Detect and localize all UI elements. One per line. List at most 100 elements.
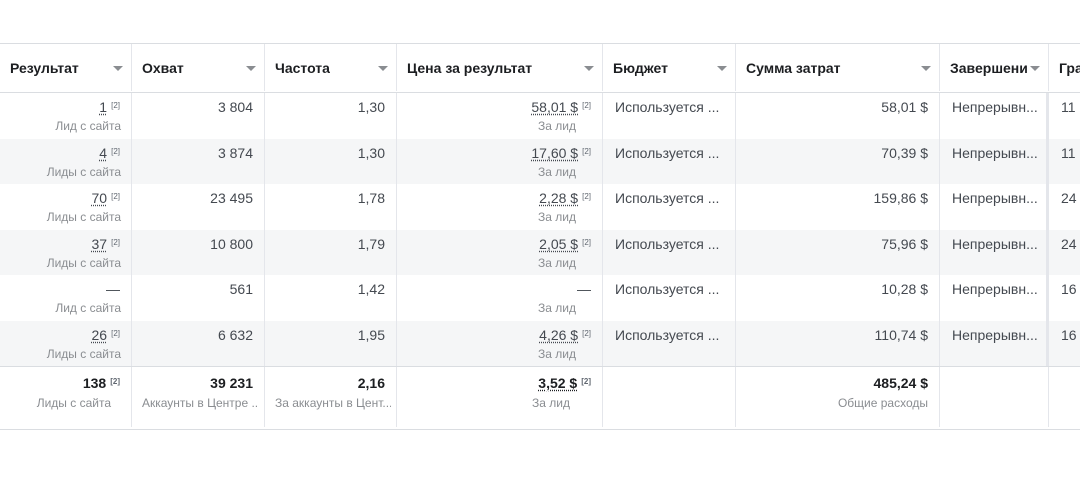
cpr-type: За лид [538,346,576,361]
column-header-budget[interactable]: Бюджет [603,44,736,91]
reach-value: 10 800 [210,235,253,252]
table-row[interactable]: 70 [2] Лиды с сайта 23 495 1,78 2,28 $ [2]… [0,184,1080,230]
column-divider [1046,229,1048,275]
column-header-result[interactable]: Результат [0,44,132,91]
sort-arrow-icon[interactable] [246,66,256,71]
cell-budget: Используется ... [603,275,736,321]
cell-reach: 561 [132,275,265,321]
cell-result: 1 [2] Лид с сайта [0,93,132,139]
frequency-value: 1,42 [357,281,385,297]
sort-arrow-icon[interactable] [921,66,931,71]
result-value: 70 [2] [92,190,120,206]
cell-frequency: 1,79 [265,229,397,275]
table-row[interactable]: 37 [2] Лиды с сайта 10 800 1,79 2,05 $ [2]… [0,229,1080,275]
result-link[interactable]: 70 [92,190,108,206]
cpr-link[interactable]: 58,01 $ [531,99,578,115]
cpr-type: За лид [538,210,576,224]
spent-value: 58,01 $ [881,99,928,115]
schedule-value: 11 [1061,99,1076,115]
total-reach-cell: 39 231 Аккаунты в Центре ... [132,367,265,427]
cpr-link[interactable]: 2,05 $ [539,236,578,252]
footnote-marker: [2] [111,192,120,201]
cpr-link[interactable]: 17,60 $ [531,145,578,161]
column-label: Завершение [950,60,1028,76]
footnote-marker: [2] [582,328,591,338]
cell-ends: Непрерывн... [940,184,1049,230]
budget-value: Используется ... [615,144,720,161]
column-divider [1046,275,1048,321]
result-link[interactable]: 4 [99,145,107,161]
ads-table: Результат Охват Частота Цена за результа… [0,43,1080,430]
total-result: 138 [2] [83,375,120,391]
cell-reach: 10 800 [132,229,265,275]
cell-ends: Непрерывн... [940,320,1049,366]
sort-arrow-icon[interactable] [584,66,594,71]
result-link[interactable]: 37 [92,236,108,252]
cell-ends: Непрерывн... [940,93,1049,139]
sort-arrow-icon[interactable] [113,66,123,71]
column-header-cost-per-result[interactable]: Цена за результат [397,44,603,91]
cell-cost-per-result: 17,60 $ [2] За лид [397,138,603,184]
footnote-marker: [2] [582,192,591,201]
cell-cost-per-result: — За лид [397,275,603,321]
total-spent-value: 485,24 $ [873,375,929,391]
total-budget-cell [603,367,736,427]
table-row[interactable]: 4 [2] Лиды с сайта 3 874 1,30 17,60 $ [2] … [0,138,1080,184]
total-result-cell: 138 [2] Лиды с сайта [0,367,132,427]
column-divider [1046,184,1048,230]
footnote-marker: [2] [582,101,591,110]
column-label: Цена за результат [407,60,533,76]
column-label: Сумма затрат [746,60,841,76]
total-spent-type: Общие расходы [837,396,928,410]
schedule-value: 24 [1061,235,1077,252]
cpr-link[interactable]: 2,28 $ [539,190,578,206]
footnote-marker: [2] [111,146,120,156]
total-cpr-link[interactable]: 3,52 $ [538,375,577,391]
cell-schedule: 24 [1049,184,1080,230]
cell-cost-per-result: 2,05 $ [2] За лид [397,229,603,275]
result-value: 37 [2] [92,236,120,252]
cell-reach: 3 874 [132,138,265,184]
footnote-marker: [2] [582,146,591,156]
column-label: Охват [142,60,184,76]
column-header-amount-spent[interactable]: Сумма затрат [736,44,940,91]
cell-reach: 3 804 [132,93,265,139]
column-header-ends[interactable]: Завершение [940,44,1049,91]
total-result-type: Лиды с сайта [36,396,111,410]
ends-value: Непрерывн... [952,144,1038,161]
schedule-value: 24 [1061,190,1077,206]
cell-result: 26 [2] Лиды с сайта [0,320,132,366]
column-header-reach[interactable]: Охват [132,44,265,91]
cell-budget: Используется ... [603,320,736,366]
cpr-value: 17,60 $ [2] [531,145,591,161]
cell-reach: 23 495 [132,184,265,230]
column-divider [1046,138,1048,184]
sort-arrow-icon[interactable] [378,66,388,71]
result-link[interactable]: 1 [99,99,107,115]
table-row[interactable]: — Лид с сайта 561 1,42 — За лид Использу… [0,275,1080,321]
sort-arrow-icon[interactable] [717,66,727,71]
spent-value: 70,39 $ [881,144,928,161]
result-type: Лид с сайта [55,301,121,315]
table-row[interactable]: 1 [2] Лид с сайта 3 804 1,30 58,01 $ [2] З… [0,93,1080,139]
cell-frequency: 1,42 [265,275,397,321]
cpr-link[interactable]: 4,26 $ [539,327,578,343]
result-type: Лиды с сайта [46,346,121,361]
cpr-type: За лид [538,119,576,133]
total-cpr: 3,52 $ [2] [538,375,591,391]
total-reach-value: 39 231 [210,375,253,391]
footnote-marker: [2] [111,101,120,110]
cell-result: 4 [2] Лиды с сайта [0,138,132,184]
column-header-frequency[interactable]: Частота [265,44,397,91]
reach-value: 561 [229,281,253,297]
column-header-schedule[interactable]: Гра [1049,44,1080,91]
cell-schedule: 11 [1049,93,1080,139]
sort-arrow-icon[interactable] [1030,66,1040,71]
cell-budget: Используется ... [603,184,736,230]
total-frequency-type: За аккаунты в Цент... [275,396,391,410]
result-link[interactable]: 26 [92,327,108,343]
total-cpr-type: За лид [532,396,570,410]
table-row[interactable]: 26 [2] Лиды с сайта 6 632 1,95 4,26 $ [2] … [0,320,1080,366]
result-type: Лиды с сайта [46,255,121,270]
budget-value: Используется ... [615,99,720,115]
